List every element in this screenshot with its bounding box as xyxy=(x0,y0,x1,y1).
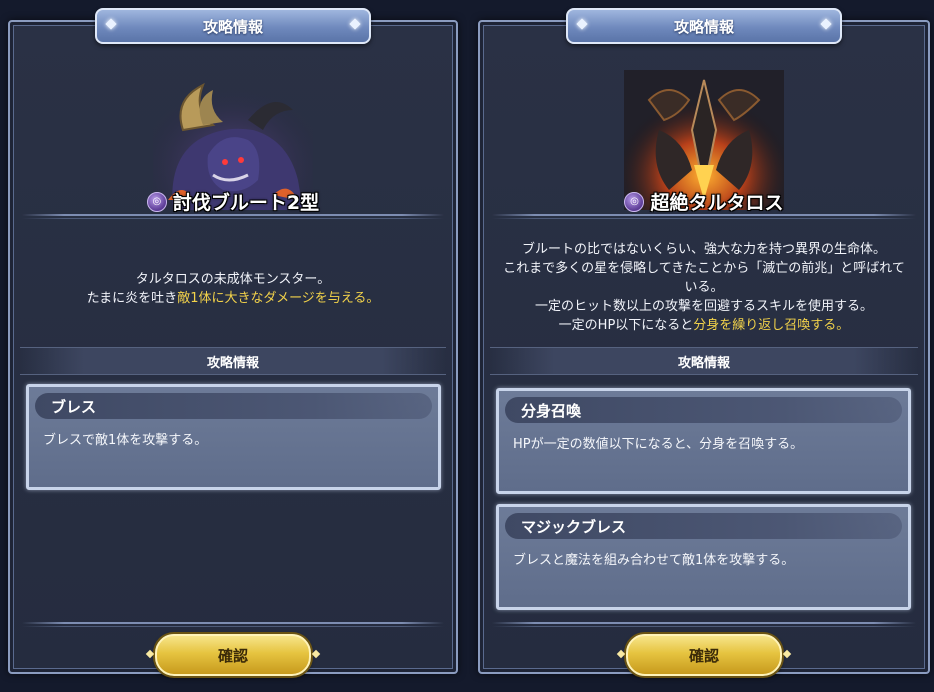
section-header: 攻略情報 xyxy=(20,347,446,375)
enemy-name: 討伐ブルート2型 xyxy=(172,192,320,214)
description-line: いる。 xyxy=(684,280,724,295)
section-header: 攻略情報 xyxy=(490,347,918,375)
description-line: これまで多くの星を侵略してきたことから「滅亡の前兆」と呼ばれて xyxy=(503,261,905,276)
enemy-name-row: ◎ 討伐ブルート2型 xyxy=(10,188,456,215)
button-ornament-icon xyxy=(311,649,321,659)
enemy-description: タルタロスの未成体モンスター。 たまに炎を吐き敵1体に大きなダメージを与える。 xyxy=(10,270,456,308)
confirm-button[interactable]: 確認 xyxy=(616,634,792,676)
skill-name: 分身召喚 xyxy=(505,397,902,423)
skill-name: ブレス xyxy=(35,393,432,419)
panel-title: 攻略情報 xyxy=(673,17,734,36)
skill-name: マジックブレス xyxy=(505,513,902,539)
description-line: たまに炎を吐き敵1体に大きなダメージを与える。 xyxy=(86,291,380,306)
enemy-name: 超絶タルタロス xyxy=(650,192,784,214)
divider xyxy=(22,214,444,219)
panel-title-bar: 攻略情報 xyxy=(566,8,842,44)
confirm-button[interactable]: 確認 xyxy=(145,634,321,676)
enemy-name-row: ◎ 超絶タルタロス xyxy=(480,188,928,215)
section-label: 攻略情報 xyxy=(677,355,730,371)
dark-element-icon: ◎ xyxy=(146,191,167,212)
skill-card: マジックブレス ブレスと魔法を組み合わせて敵1体を攻撃する。 xyxy=(496,504,911,610)
enemy-description: ブルートの比ではないくらい、強大な力を持つ異界の生命体。 これまで多くの星を侵略… xyxy=(480,240,928,335)
skill-description: ブレスで敵1体を攻撃する。 xyxy=(43,433,208,448)
button-ornament-icon xyxy=(145,649,155,659)
description-line: 一定のHP以下になると分身を繰り返し召喚する。 xyxy=(558,318,850,333)
dark-element-icon: ◎ xyxy=(624,191,645,212)
diamond-ornament-icon xyxy=(576,18,588,30)
confirm-label: 確認 xyxy=(217,646,248,665)
highlight-text: 分身を繰り返し召喚する。 xyxy=(693,318,850,333)
highlight-text: 敵1体に大きなダメージを与える。 xyxy=(177,291,380,306)
skill-card: ブレス ブレスで敵1体を攻撃する。 xyxy=(26,384,441,490)
button-ornament-icon xyxy=(616,649,626,659)
button-ornament-icon xyxy=(782,649,792,659)
enemy-info-panel-right: 攻略情報 ◎ 超絶タルタロス ブルートの比ではないくらい、強大な力を持つ異界の生… xyxy=(478,8,930,676)
divider xyxy=(492,622,916,627)
skill-description: HPが一定の数値以下になると、分身を召喚する。 xyxy=(513,437,804,452)
diamond-ornament-icon xyxy=(349,18,361,30)
diamond-ornament-icon xyxy=(820,18,832,30)
skill-description: ブレスと魔法を組み合わせて敵1体を攻撃する。 xyxy=(513,553,795,568)
diamond-ornament-icon xyxy=(105,18,117,30)
enemy-info-panel-left: 攻略情報 ◎ 討伐ブルート2型 タルタロスの未成体モンスター。 たまに炎を吐き敵… xyxy=(8,8,458,676)
skill-card: 分身召喚 HPが一定の数値以下になると、分身を召喚する。 xyxy=(496,388,911,494)
divider xyxy=(22,622,444,627)
description-line: タルタロスの未成体モンスター。 xyxy=(135,272,331,287)
description-line: ブルートの比ではないくらい、強大な力を持つ異界の生命体。 xyxy=(521,242,886,257)
panel-title-bar: 攻略情報 xyxy=(95,8,371,44)
panel-title: 攻略情報 xyxy=(202,17,263,36)
divider xyxy=(492,214,916,219)
section-label: 攻略情報 xyxy=(206,355,259,371)
description-line: 一定のヒット数以上の攻撃を回避するスキルを使用する。 xyxy=(534,299,873,314)
confirm-label: 確認 xyxy=(688,646,719,665)
